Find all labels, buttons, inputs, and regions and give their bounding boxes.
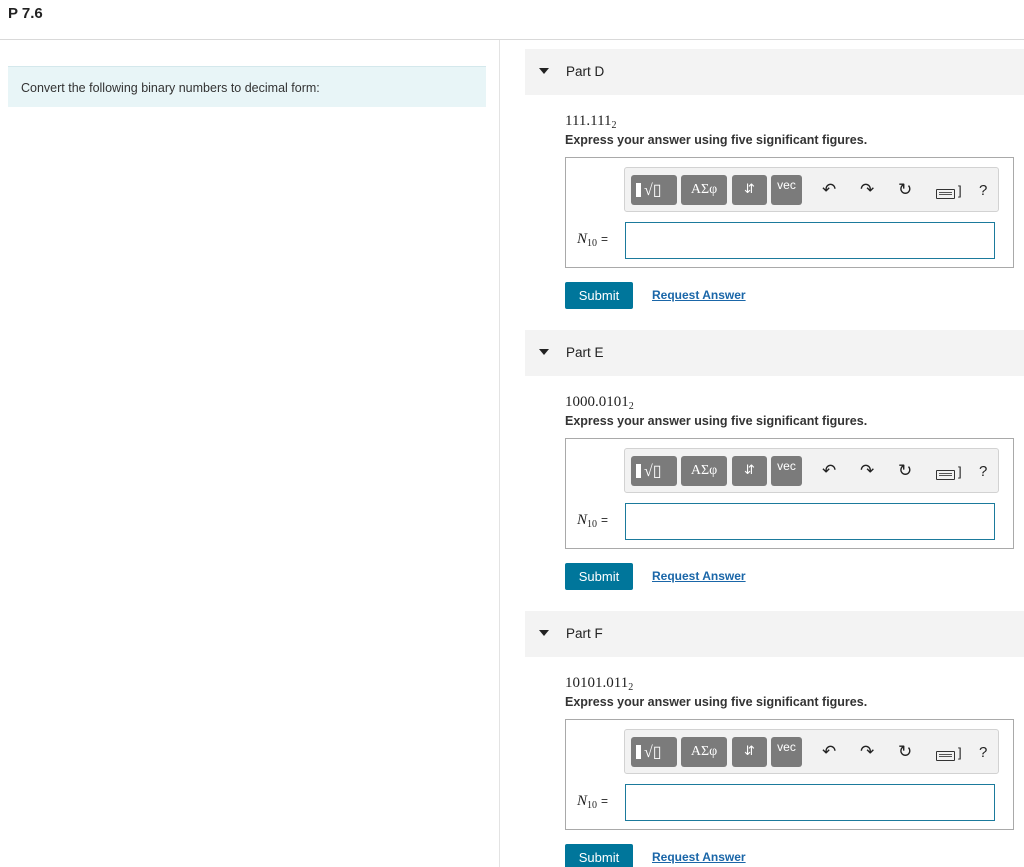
page-title: P 7.6 bbox=[8, 5, 43, 22]
keyboard-icon[interactable] bbox=[936, 470, 955, 480]
vector-button[interactable]: vec bbox=[771, 737, 802, 767]
placeholder-square-icon bbox=[636, 464, 641, 478]
part-e: Part E 1000.01012 Express your answer us… bbox=[525, 330, 1024, 611]
reset-icon[interactable]: ↻ bbox=[898, 743, 912, 761]
caret-down-icon[interactable] bbox=[539, 630, 549, 636]
answer-label: N10= bbox=[577, 231, 608, 248]
help-button[interactable]: ? bbox=[979, 463, 987, 480]
answer-input[interactable] bbox=[625, 503, 995, 540]
undo-icon[interactable]: ↶ bbox=[822, 181, 836, 199]
request-answer-link[interactable]: Request Answer bbox=[652, 569, 746, 583]
part-f: Part F 10101.0112 Express your answer us… bbox=[525, 611, 1024, 867]
greek-symbols-button[interactable]: ΑΣφ bbox=[681, 737, 727, 767]
templates-button[interactable]: √▯ bbox=[631, 737, 677, 767]
templates-button[interactable]: √▯ bbox=[631, 175, 677, 205]
vector-button[interactable]: vec bbox=[771, 456, 802, 486]
instruction-text: Express your answer using five significa… bbox=[565, 414, 867, 428]
radical-icon: √▯ bbox=[644, 742, 662, 762]
reset-icon[interactable]: ↻ bbox=[898, 181, 912, 199]
help-button[interactable]: ? bbox=[979, 744, 987, 761]
arrows-button[interactable]: ⇵ bbox=[732, 175, 767, 205]
undo-icon[interactable]: ↶ bbox=[822, 462, 836, 480]
submit-button[interactable]: Submit bbox=[565, 563, 633, 590]
problem-intro: Convert the following binary numbers to … bbox=[8, 66, 486, 107]
request-answer-link[interactable]: Request Answer bbox=[652, 850, 746, 864]
radical-icon: √▯ bbox=[644, 180, 662, 200]
keyboard-icon[interactable] bbox=[936, 751, 955, 761]
instruction-text: Express your answer using five significa… bbox=[565, 133, 867, 147]
binary-number: 1000.01012 bbox=[565, 394, 634, 411]
keyboard-shortcuts-bracket: ] bbox=[958, 183, 962, 198]
caret-down-icon[interactable] bbox=[539, 68, 549, 74]
answer-box: √▯ ΑΣφ ⇵ vec ↶ ↷ ↻ ] ? N10= bbox=[565, 719, 1014, 830]
part-d-header[interactable]: Part D bbox=[525, 49, 1024, 95]
vector-button[interactable]: vec bbox=[771, 175, 802, 205]
submit-button[interactable]: Submit bbox=[565, 844, 633, 867]
keyboard-shortcuts-bracket: ] bbox=[958, 745, 962, 760]
submit-button[interactable]: Submit bbox=[565, 282, 633, 309]
header: P 7.6 bbox=[0, 0, 1024, 40]
binary-number: 111.1112 bbox=[565, 113, 617, 130]
column-divider bbox=[499, 40, 500, 867]
answer-label: N10= bbox=[577, 793, 608, 810]
placeholder-square-icon bbox=[636, 745, 641, 759]
redo-icon[interactable]: ↷ bbox=[860, 743, 874, 761]
greek-symbols-button[interactable]: ΑΣφ bbox=[681, 456, 727, 486]
answer-input[interactable] bbox=[625, 222, 995, 259]
binary-number: 10101.0112 bbox=[565, 675, 633, 692]
part-e-header[interactable]: Part E bbox=[525, 330, 1024, 376]
caret-down-icon[interactable] bbox=[539, 349, 549, 355]
answer-label: N10= bbox=[577, 512, 608, 529]
placeholder-square-icon bbox=[636, 183, 641, 197]
math-toolbar: √▯ ΑΣφ ⇵ vec ↶ ↷ ↻ ] ? bbox=[624, 448, 999, 493]
part-f-header[interactable]: Part F bbox=[525, 611, 1024, 657]
undo-icon[interactable]: ↶ bbox=[822, 743, 836, 761]
problem-intro-text: Convert the following binary numbers to … bbox=[21, 81, 320, 95]
answer-box: √▯ ΑΣφ ⇵ vec ↶ ↷ ↻ ] ? N10= bbox=[565, 157, 1014, 268]
keyboard-shortcuts-bracket: ] bbox=[958, 464, 962, 479]
arrows-button[interactable]: ⇵ bbox=[732, 737, 767, 767]
arrows-button[interactable]: ⇵ bbox=[732, 456, 767, 486]
radical-icon: √▯ bbox=[644, 461, 662, 481]
help-button[interactable]: ? bbox=[979, 182, 987, 199]
instruction-text: Express your answer using five significa… bbox=[565, 695, 867, 709]
part-label: Part E bbox=[566, 345, 604, 360]
keyboard-icon[interactable] bbox=[936, 189, 955, 199]
math-toolbar: √▯ ΑΣφ ⇵ vec ↶ ↷ ↻ ] ? bbox=[624, 167, 999, 212]
math-toolbar: √▯ ΑΣφ ⇵ vec ↶ ↷ ↻ ] ? bbox=[624, 729, 999, 774]
answer-box: √▯ ΑΣφ ⇵ vec ↶ ↷ ↻ ] ? N10= bbox=[565, 438, 1014, 549]
request-answer-link[interactable]: Request Answer bbox=[652, 288, 746, 302]
answer-input[interactable] bbox=[625, 784, 995, 821]
reset-icon[interactable]: ↻ bbox=[898, 462, 912, 480]
part-d: Part D 111.1112 Express your answer usin… bbox=[525, 49, 1024, 330]
redo-icon[interactable]: ↷ bbox=[860, 462, 874, 480]
redo-icon[interactable]: ↷ bbox=[860, 181, 874, 199]
part-label: Part F bbox=[566, 626, 603, 641]
templates-button[interactable]: √▯ bbox=[631, 456, 677, 486]
greek-symbols-button[interactable]: ΑΣφ bbox=[681, 175, 727, 205]
part-label: Part D bbox=[566, 64, 604, 79]
